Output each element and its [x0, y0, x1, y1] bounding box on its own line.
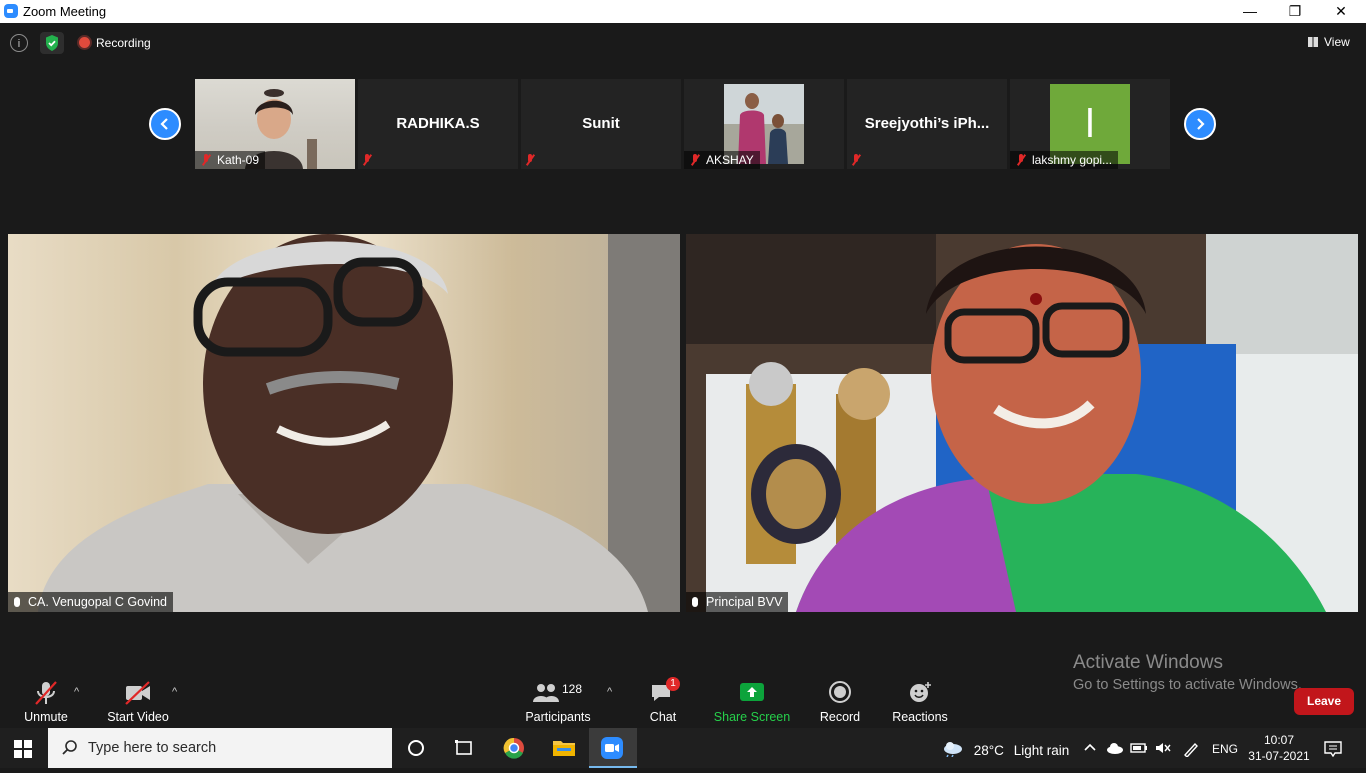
- task-view-icon[interactable]: [440, 728, 488, 768]
- record-icon: [825, 680, 855, 706]
- start-video-button[interactable]: Start Video: [104, 680, 172, 724]
- participant-thumbnail[interactable]: RADHIKA.S: [358, 79, 518, 169]
- view-label: View: [1324, 35, 1350, 49]
- muted-mic-icon: [690, 154, 700, 166]
- speaker-video-frame: [8, 234, 680, 612]
- battery-icon[interactable]: [1130, 741, 1148, 758]
- chevron-left-icon: [160, 118, 168, 130]
- task-view-cortana-icon[interactable]: [392, 728, 440, 768]
- volume-muted-icon[interactable]: [1154, 741, 1172, 758]
- participant-name: Sreejyothi’s iPh...: [864, 115, 990, 132]
- previous-page-button[interactable]: [149, 108, 181, 140]
- microphone-icon: [692, 597, 698, 607]
- maximize-button[interactable]: ❐: [1272, 0, 1318, 23]
- share-screen-icon: [737, 680, 767, 706]
- zoom-app-icon[interactable]: [589, 728, 637, 768]
- muted-microphone-icon: [31, 680, 61, 706]
- video-off-icon: [123, 680, 153, 706]
- recording-status[interactable]: Recording: [96, 36, 151, 50]
- search-icon: [62, 740, 77, 755]
- chat-button[interactable]: 1 Chat: [640, 677, 686, 724]
- leave-meeting-button[interactable]: Leave: [1294, 688, 1354, 715]
- window-title: Zoom Meeting: [23, 4, 107, 19]
- system-clock[interactable]: 10:07 31-07-2021: [1248, 732, 1310, 764]
- participants-options-caret[interactable]: ^: [607, 686, 612, 698]
- participants-count: 128: [562, 682, 583, 696]
- pen-ink-icon[interactable]: [1182, 741, 1200, 760]
- participant-name: Sunit: [582, 115, 620, 132]
- windows-start-icon[interactable]: [14, 740, 32, 758]
- show-hidden-icons-chevron[interactable]: [1083, 741, 1097, 758]
- speaker-name-label: Principal BVV: [686, 592, 789, 612]
- audio-options-caret[interactable]: ^: [74, 686, 79, 698]
- participant-thumbnail[interactable]: l lakshmy gopi...: [1010, 79, 1170, 169]
- weather-temperature: 28°C: [973, 743, 1004, 758]
- meeting-info-icon[interactable]: i: [10, 34, 28, 52]
- participants-button[interactable]: 128 Participants: [520, 680, 596, 724]
- participant-name: RADHIKA.S: [396, 115, 480, 132]
- record-button[interactable]: Record: [817, 680, 863, 724]
- chevron-right-icon: [1197, 118, 1205, 130]
- participants-icon: 128: [528, 680, 588, 706]
- taskbar-search-box[interactable]: Type here to search: [48, 728, 392, 768]
- video-options-caret[interactable]: ^: [172, 686, 177, 698]
- participant-name-label: AKSHAY: [684, 151, 760, 169]
- weather-condition: Light rain: [1013, 743, 1070, 758]
- notifications-icon[interactable]: [1324, 741, 1342, 760]
- clock-time: 10:07: [1263, 733, 1295, 747]
- speaker-video-right[interactable]: Principal BVV: [686, 234, 1358, 612]
- chrome-browser-icon[interactable]: [490, 728, 538, 768]
- zoom-logo-icon: [4, 4, 18, 18]
- smiley-reaction-icon: [905, 680, 935, 706]
- gallery-grid-icon: [1308, 37, 1318, 47]
- share-screen-button[interactable]: Share Screen: [713, 680, 791, 724]
- meeting-top-bar: [0, 23, 1366, 63]
- microphone-icon: [14, 597, 20, 607]
- security-shield-icon[interactable]: [40, 32, 64, 54]
- close-window-button[interactable]: ✕: [1318, 0, 1364, 23]
- participant-thumbnail[interactable]: Kath-09: [195, 79, 355, 169]
- window-title-bar: Zoom Meeting — ❐ ✕: [0, 0, 1366, 23]
- speaker-name-label: CA. Venugopal C Govind: [8, 592, 173, 612]
- participant-thumbnail[interactable]: Sreejyothi’s iPh...: [847, 79, 1007, 169]
- chat-bubble-icon: 1: [648, 677, 680, 706]
- muted-mic-icon: [525, 154, 535, 166]
- muted-mic-icon: [1016, 154, 1026, 166]
- clock-date: 31-07-2021: [1248, 749, 1310, 763]
- recording-dot-icon: [79, 37, 90, 48]
- participant-name-label: Kath-09: [195, 151, 266, 169]
- input-language[interactable]: ENG: [1212, 742, 1238, 756]
- view-button[interactable]: View: [1308, 35, 1350, 49]
- speaker-video-frame: [686, 234, 1358, 612]
- participant-thumbnail[interactable]: Sunit: [521, 79, 681, 169]
- muted-mic-icon: [851, 154, 861, 166]
- search-placeholder: Type here to search: [88, 740, 217, 756]
- reactions-button[interactable]: Reactions: [890, 680, 950, 724]
- participant-thumbnail[interactable]: AKSHAY: [684, 79, 844, 169]
- muted-mic-icon: [362, 154, 372, 166]
- onedrive-cloud-icon[interactable]: [1106, 741, 1124, 758]
- participant-name-label: lakshmy gopi...: [1010, 151, 1119, 169]
- chat-unread-badge: 1: [666, 677, 680, 691]
- minimize-button[interactable]: —: [1227, 0, 1273, 23]
- muted-mic-icon: [201, 154, 211, 166]
- next-page-button[interactable]: [1184, 108, 1216, 140]
- file-explorer-icon[interactable]: [540, 728, 588, 768]
- speaker-video-left[interactable]: CA. Venugopal C Govind: [8, 234, 680, 612]
- unmute-button[interactable]: Unmute: [20, 680, 72, 724]
- rain-cloud-icon: [944, 742, 962, 758]
- weather-widget[interactable]: 28°C Light rain: [942, 741, 1069, 758]
